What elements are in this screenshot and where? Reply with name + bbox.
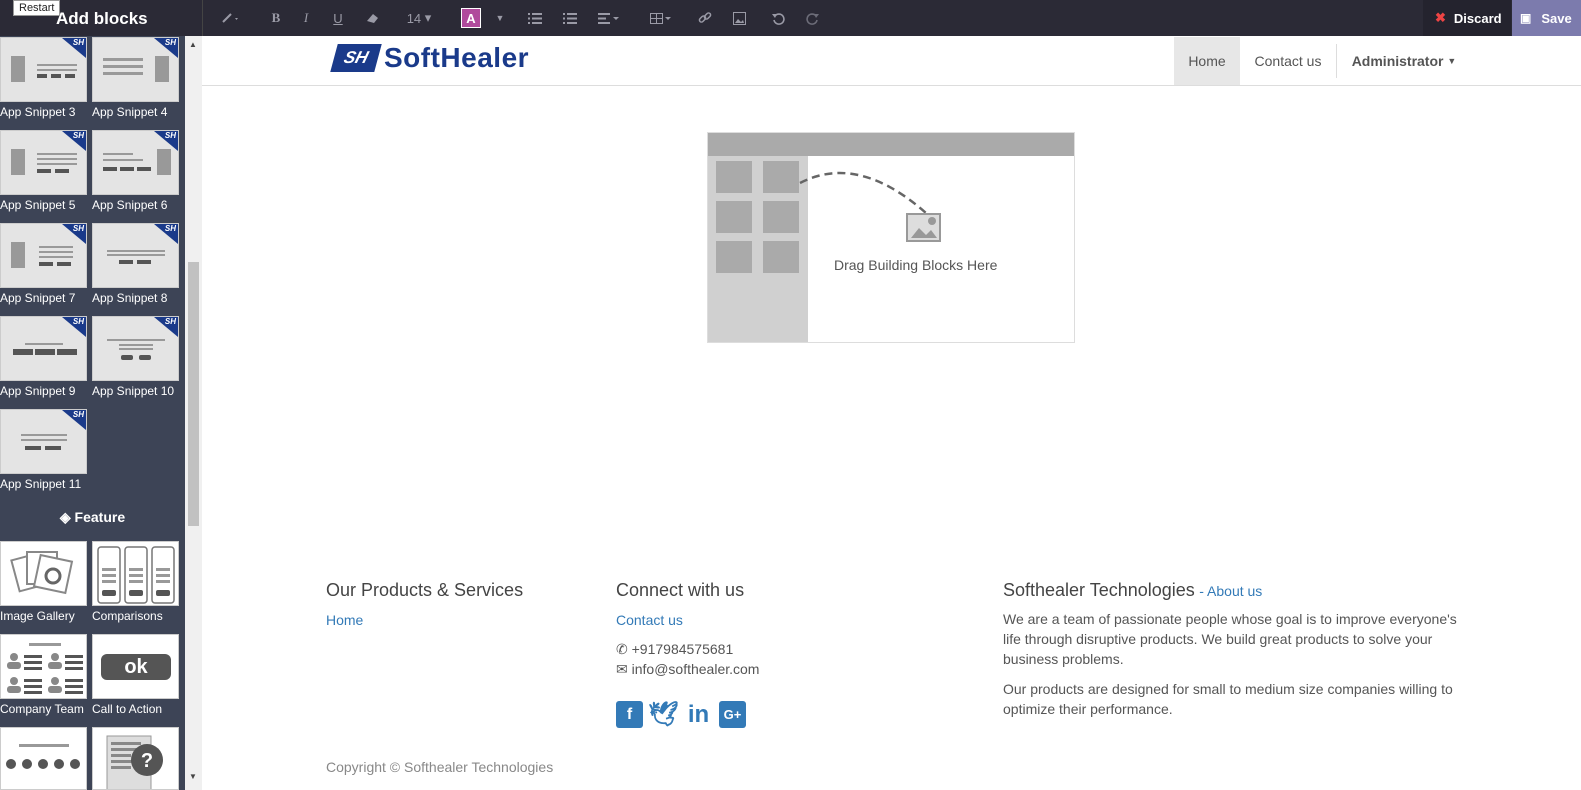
footer-email: ✉ info@softhealer.com	[616, 661, 760, 677]
footer-connect-heading: Connect with us	[616, 580, 745, 600]
snippet-app-3[interactable]: SH App Snippet 3	[0, 37, 87, 119]
footer-about-paragraph-2: Our products are designed for small to m…	[1003, 681, 1453, 717]
twitter-icon[interactable]: 🕊	[648, 701, 678, 728]
about-us-link[interactable]: - About us	[1199, 583, 1262, 599]
ordered-list-icon[interactable]	[562, 0, 578, 36]
snippet-label: App Snippet 8	[92, 291, 168, 305]
save-label: Save	[1541, 10, 1572, 26]
snippet-call-to-action[interactable]: ok Call to Action	[92, 634, 179, 716]
footer-about-paragraph-1: We are a team of passionate people whose…	[1003, 611, 1457, 667]
save-button[interactable]: ▣ Save	[1512, 0, 1581, 36]
snippet-company-team[interactable]: Company Team	[0, 634, 87, 716]
snippet-app-7[interactable]: SH App Snippet 7	[0, 223, 87, 305]
eraser-icon[interactable]	[364, 0, 382, 36]
font-color-button[interactable]: A	[460, 0, 482, 36]
drag-blocks-text: Drag Building Blocks Here	[834, 257, 998, 273]
snippet-label: App Snippet 7	[0, 291, 76, 305]
undo-icon[interactable]	[770, 0, 786, 36]
envelope-icon: ✉	[616, 661, 628, 677]
floppy-disk-icon: ▣	[1520, 11, 1532, 25]
toolbar-divider	[202, 0, 203, 36]
italic-button[interactable]: I	[299, 0, 313, 36]
nav-administrator-dropdown[interactable]: Administrator ▼	[1344, 37, 1464, 85]
snippet-app-8[interactable]: SH App Snippet 8	[92, 223, 179, 305]
font-size-select[interactable]: 14 ▾	[404, 0, 434, 36]
redo-icon[interactable]	[804, 0, 820, 36]
footer-home-link[interactable]: Home	[326, 612, 363, 628]
footer-contact-link[interactable]: Contact us	[616, 612, 683, 628]
unordered-list-icon[interactable]	[527, 0, 543, 36]
magic-wand-icon[interactable]	[218, 0, 244, 36]
snippet-label: App Snippet 4	[92, 105, 168, 119]
snippet-label: App Snippet 11	[0, 477, 82, 491]
table-icon[interactable]	[648, 0, 674, 36]
link-icon[interactable]	[697, 0, 713, 36]
snippet-app-6[interactable]: SH App Snippet 6	[92, 130, 179, 212]
facebook-icon[interactable]: f	[616, 701, 643, 728]
snippet-app-9[interactable]: SH App Snippet 9	[0, 316, 87, 398]
footer-phone: ✆ +917984575681	[616, 641, 734, 657]
chevron-down-icon[interactable]: ▼	[494, 0, 506, 36]
snippet-label: Comparisons	[92, 609, 163, 623]
discard-button[interactable]: ✖ Discard	[1423, 0, 1511, 36]
scroll-down-arrow[interactable]: ▼	[189, 772, 197, 781]
snippet-faq[interactable]: ?	[92, 727, 179, 790]
phone-icon: ✆	[616, 641, 628, 657]
sidebar-scrollbar[interactable]: ▲ ▼	[185, 36, 202, 790]
align-icon[interactable]	[596, 0, 622, 36]
scrollbar-thumb[interactable]	[188, 262, 199, 526]
snippet-label: App Snippet 5	[0, 198, 76, 212]
snippet-comparisons[interactable]: Comparisons	[92, 541, 179, 623]
snippet-icons[interactable]	[0, 727, 87, 790]
snippet-app-5[interactable]: SH App Snippet 5	[0, 130, 87, 212]
nav-home[interactable]: Home	[1174, 37, 1240, 85]
softhealer-logo[interactable]: SH SoftHealer	[330, 42, 529, 74]
image-icon[interactable]	[731, 0, 747, 36]
snippet-label: App Snippet 9	[0, 384, 76, 398]
nav-contact-us[interactable]: Contact us	[1240, 37, 1336, 85]
snippet-label: Call to Action	[92, 702, 163, 716]
feature-heading: ◈ Feature	[59, 509, 126, 525]
caret-down-icon: ▼	[1447, 56, 1457, 66]
snippet-app-4[interactable]: SH App Snippet 4	[92, 37, 179, 119]
image-placeholder-icon	[906, 213, 941, 242]
underline-button[interactable]: U	[330, 0, 346, 36]
snippet-app-11[interactable]: SH App Snippet 11	[0, 409, 87, 491]
linkedin-icon[interactable]: in	[685, 701, 712, 728]
snippet-label: App Snippet 3	[0, 105, 76, 119]
snippet-label: App Snippet 10	[92, 384, 175, 398]
bold-button[interactable]: B	[268, 0, 284, 36]
svg-text:?: ?	[141, 750, 153, 772]
discard-label: Discard	[1453, 10, 1502, 26]
add-blocks-title: Add blocks	[56, 9, 148, 28]
snippet-label: Company Team	[0, 702, 84, 716]
snippet-label: App Snippet 6	[92, 198, 168, 212]
scroll-up-arrow[interactable]: ▲	[189, 40, 197, 49]
footer-products-heading: Our Products & Services	[326, 580, 524, 600]
diamond-icon: ◈	[59, 509, 71, 525]
footer-copyright: Copyright © Softhealer Technologies	[326, 759, 554, 775]
close-icon: ✖	[1435, 10, 1446, 25]
restart-tooltip: Restart	[13, 0, 61, 16]
snippet-image-gallery[interactable]: Image Gallery	[0, 541, 87, 623]
drag-drop-zone[interactable]: Drag Building Blocks Here	[707, 132, 1075, 343]
footer-about-heading: Softhealer Technologies - About us	[1003, 580, 1263, 600]
google-plus-icon[interactable]: G+	[719, 701, 746, 728]
snippet-app-10[interactable]: SH App Snippet 10	[92, 316, 179, 398]
snippet-label: Image Gallery	[0, 609, 75, 623]
